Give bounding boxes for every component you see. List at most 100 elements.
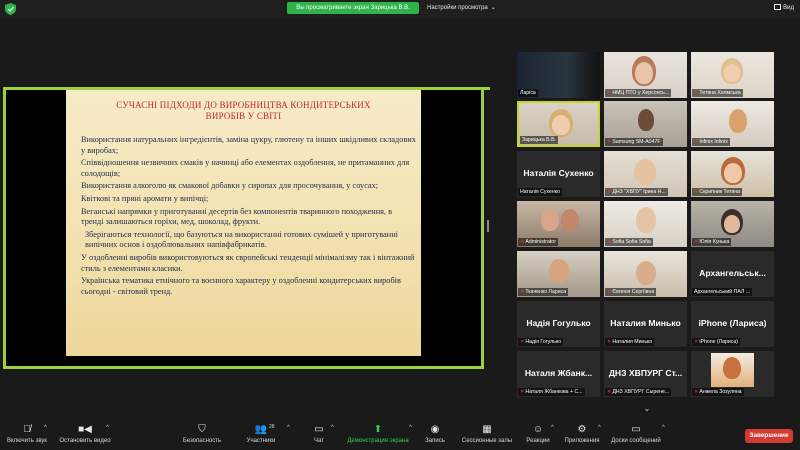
audio-options-caret[interactable]: ^: [44, 425, 47, 431]
chat-options-caret[interactable]: ^: [331, 425, 334, 431]
participant-name: Зарицька В.В.: [520, 136, 558, 144]
participant-name: ✕Євгенія Сергіївна: [605, 288, 657, 296]
participant-tile[interactable]: ✕НМЦ ПТО у Херсонсь...: [604, 52, 687, 98]
whiteboard-options-caret[interactable]: ^: [662, 425, 665, 431]
participant-name: ✕Samsung SM-A047F: [605, 138, 663, 146]
participant-tile[interactable]: Наталя Жбанк... ✕Наталя Жбанкова + С...: [517, 351, 600, 397]
reactions-button[interactable]: ☺ Реакции: [524, 423, 552, 449]
participant-name: ✕Юлія Кунька: [692, 238, 732, 246]
participant-display-name: Надія Гогулько: [526, 318, 591, 328]
slide-title: СУЧАСНІ ПІДХОДИ ДО ВИРОБНИЦТВА КОНДИТЕРС…: [116, 100, 371, 121]
slide-paragraph: Квіткові та пряні аромати у випічці;: [81, 193, 209, 203]
participant-tile[interactable]: iPhone (Лариса) ✕iPhone (Лариса): [691, 301, 774, 347]
participant-tile[interactable]: ✕Sofia Sofia Sofia: [604, 201, 687, 247]
participant-tile[interactable]: Ларіса: [517, 52, 600, 98]
participant-name: ✕Анжела Зозуляна: [692, 388, 744, 396]
apps-icon: ⚙: [577, 424, 587, 435]
participant-display-name: Наталія Сухенко: [523, 168, 594, 178]
share-options-caret[interactable]: ^: [409, 425, 412, 431]
participant-name: ✕Тетяна Холмська: [692, 89, 743, 97]
end-meeting-button[interactable]: Завершение: [745, 429, 793, 443]
view-button[interactable]: Вид: [774, 2, 794, 14]
participant-tile[interactable]: ✕ДНЗ "ХВПУ" Ірина Н...: [604, 151, 687, 197]
participant-name: ✕Infinix Infinix: [692, 138, 730, 146]
gallery-next-page-button[interactable]: ⌄: [638, 404, 656, 414]
participant-name: Архангельський ПАЛ ...: [692, 288, 753, 296]
slide-paragraph: Веганські напрямки у приготуванні десерт…: [81, 206, 393, 227]
participant-display-name: Наталия Минько: [610, 318, 681, 328]
participant-tile[interactable]: ✕Анжела Зозуляна: [691, 351, 774, 397]
participant-name: ✕ДНЗ "ХВПУ" Ірина Н...: [605, 188, 668, 196]
participant-name: ✕НМЦ ПТО у Херсонсь...: [605, 89, 672, 97]
slide-paragraph: Зберігаються технології, що базуються на…: [85, 229, 398, 250]
participant-name: ✕Наталя Жбанкова + С...: [518, 388, 585, 396]
mic-muted-icon: ✕: [607, 90, 612, 96]
participant-tile[interactable]: Архангельськ... Архангельський ПАЛ ...: [691, 251, 774, 297]
view-options-menu[interactable]: Настройки просмотра ⌄: [427, 2, 496, 14]
chevron-down-icon: ⌄: [490, 5, 496, 11]
whiteboard-button[interactable]: ▭ Доски сообщений: [608, 423, 664, 449]
apps-button[interactable]: ⚙ Приложения: [562, 423, 602, 449]
video-options-caret[interactable]: ^: [106, 425, 109, 431]
participant-tile[interactable]: Наталия Минько ✕Наталия Минько: [604, 301, 687, 347]
participant-name: ✕ДНЗ ХВПУРГ Сырене...: [605, 388, 672, 396]
participant-display-name: iPhone (Лариса): [698, 318, 767, 328]
participant-display-name: Наталя Жбанк...: [524, 368, 593, 378]
breakout-rooms-button[interactable]: ▦ Сессионные залы: [458, 423, 516, 449]
participant-name: ✕Скрипник Тетяна: [692, 188, 742, 196]
participants-count: 28: [269, 424, 275, 430]
top-bar: Вы просматриваете экран Зарицька В.В. На…: [0, 0, 800, 18]
participant-display-name: Архангельськ...: [699, 268, 766, 278]
reactions-options-caret[interactable]: ^: [551, 425, 554, 431]
slide-paragraph: У оздобленні виробів використовуються як…: [81, 252, 415, 273]
participant-name: Ларіса: [518, 89, 538, 97]
breakout-rooms-icon: ▦: [482, 424, 492, 435]
zoom-window: Вы просматриваете экран Зарицька В.В. На…: [0, 0, 800, 450]
participant-tile[interactable]: Наталія Сухенко Наталія Сухенко: [517, 151, 600, 197]
shield-icon[interactable]: [5, 3, 16, 15]
slide-paragraph: Використання натуральних інгредієнтів, з…: [81, 135, 416, 155]
slide-paragraph: Використання алкоголю як смакової добавк…: [81, 181, 379, 191]
security-button[interactable]: ⛉ Безопасность: [180, 423, 224, 449]
participant-tile[interactable]: ✕Тетяна Холмська: [691, 52, 774, 98]
participant-tile[interactable]: ✕Infinix Infinix: [691, 101, 774, 147]
participant-name: ✕Ткаченко Лариса: [518, 288, 569, 296]
participant-tile[interactable]: ✕Administrator: [517, 201, 600, 247]
slide-body: Використання натуральних інгредієнтів, з…: [81, 135, 416, 299]
share-screen-icon: ⬆: [373, 424, 383, 435]
participants-options-caret[interactable]: ^: [287, 425, 290, 431]
participant-name: ✕iPhone (Лариса): [692, 338, 740, 346]
participant-gallery: Ларіса ✕НМЦ ПТО у Херсонсь... ✕Тетяна Хо…: [517, 52, 775, 402]
view-button-label: Вид: [783, 5, 794, 11]
participant-tile[interactable]: ✕Євгенія Сергіївна: [604, 251, 687, 297]
participant-tile[interactable]: Надія Гогулько ✕Надія Гогулько: [517, 301, 600, 347]
resize-handle[interactable]: [487, 220, 489, 232]
record-button[interactable]: ◉ Запись: [422, 423, 448, 449]
shared-screen: СУЧАСНІ ПІДХОДИ ДО ВИРОБНИЦТВА КОНДИТЕРС…: [3, 87, 490, 369]
participant-tile-active-speaker[interactable]: Зарицька В.В.: [517, 101, 600, 147]
share-screen-button[interactable]: ⬆ Демонстрация экрана: [344, 423, 412, 449]
participant-tile[interactable]: ✕Юлія Кунька: [691, 201, 774, 247]
participant-name: Наталія Сухенко: [518, 188, 562, 196]
shield-icon: ⛉: [198, 424, 206, 435]
participant-tile[interactable]: ✕Скрипник Тетяна: [691, 151, 774, 197]
participant-tile[interactable]: ✕Ткаченко Лариса: [517, 251, 600, 297]
sharing-banner: Вы просматриваете экран Зарицька В.В.: [287, 2, 419, 14]
participant-display-name: ДНЗ ХВПУРГ Ст...: [608, 368, 683, 378]
grid-icon: [774, 4, 782, 10]
participant-name: ✕Наталия Минько: [605, 338, 655, 346]
chat-bubble-icon: ▭: [314, 424, 324, 435]
chat-button[interactable]: ▭ Чат: [308, 423, 330, 449]
smiley-plus-icon: ☺: [532, 424, 544, 435]
whiteboard-icon: ▭: [631, 424, 641, 435]
record-icon: ◉: [430, 424, 440, 435]
participant-name: ✕Надія Гогулько: [518, 338, 564, 346]
participant-tile[interactable]: ДНЗ ХВПУРГ Ст... ✕ДНЗ ХВПУРГ Сырене...: [604, 351, 687, 397]
slide-paragraph: Співвідношення незвичних смаків у начинц…: [81, 158, 410, 178]
participant-tile[interactable]: ✕Samsung SM-A047F: [604, 101, 687, 147]
meeting-toolbar: 🎙̸ Включить звук ^ ■◀ Остановить видео ^…: [0, 420, 800, 450]
participant-name: ✕Sofia Sofia Sofia: [605, 238, 653, 246]
apps-options-caret[interactable]: ^: [598, 425, 601, 431]
view-options-label: Настройки просмотра: [427, 5, 488, 11]
slide-paragraph: Українська тематика етнічного та воєнног…: [81, 276, 401, 296]
